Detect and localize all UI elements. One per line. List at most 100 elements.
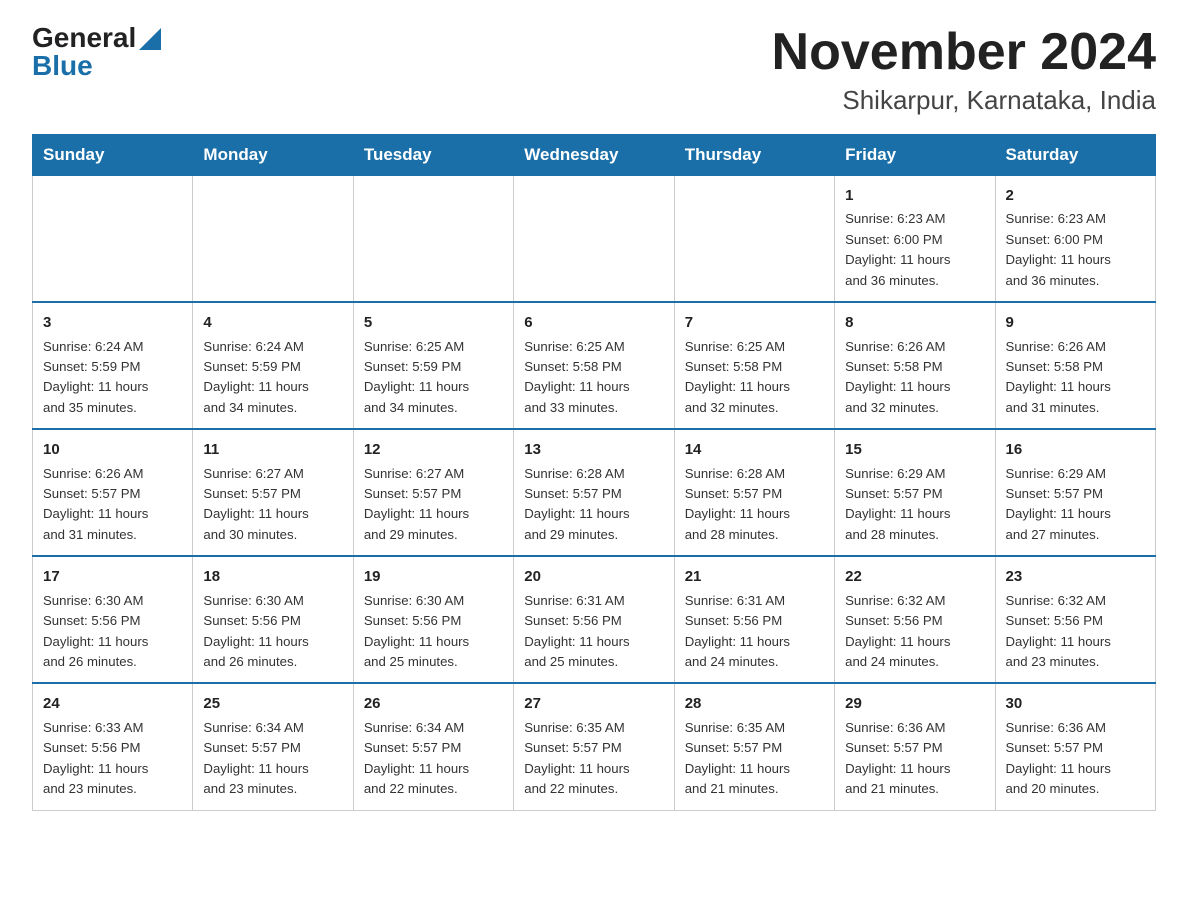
day-number: 18 (203, 565, 342, 588)
day-number: 19 (364, 565, 503, 588)
day-number: 26 (364, 692, 503, 715)
calendar-cell: 10Sunrise: 6:26 AMSunset: 5:57 PMDayligh… (33, 429, 193, 556)
day-number: 15 (845, 438, 984, 461)
calendar-cell (674, 176, 834, 303)
calendar-cell: 23 Sunrise: 6:32 AMSunset: 5:56 PMDayligh… (995, 556, 1155, 683)
calendar-cell: 11 Sunrise: 6:27 AMSunset: 5:57 PMDayligh… (193, 429, 353, 556)
day-info: Sunrise: 6:24 AMSunset: 5:59 PMDaylight:… (203, 337, 342, 419)
calendar-cell: 3 Sunrise: 6:24 AMSunset: 5:59 PMDaylight… (33, 302, 193, 429)
calendar-cell: 21 Sunrise: 6:31 AMSunset: 5:56 PMDayligh… (674, 556, 834, 683)
calendar-cell (33, 176, 193, 303)
day-info: Sunrise: 6:28 AMSunset: 5:57 PMDaylight:… (524, 464, 663, 546)
day-number: 13 (524, 438, 663, 461)
calendar-cell (193, 176, 353, 303)
calendar-cell: 1Sunrise: 6:23 AMSunset: 6:00 PMDaylight… (835, 176, 995, 303)
day-info: Sunrise: 6:30 AMSunset: 5:56 PMDaylight:… (364, 591, 503, 673)
calendar-cell: 30 Sunrise: 6:36 AMSunset: 5:57 PMDayligh… (995, 683, 1155, 810)
calendar-week-row: 24 Sunrise: 6:33 AMSunset: 5:56 PMDayligh… (33, 683, 1156, 810)
day-info: Sunrise: 6:29 AMSunset: 5:57 PMDaylight:… (1006, 464, 1145, 546)
day-number: 12 (364, 438, 503, 461)
day-info: Sunrise: 6:29 AMSunset: 5:57 PMDaylight:… (845, 464, 984, 546)
weekday-header-thursday: Thursday (674, 135, 834, 176)
calendar-cell: 8 Sunrise: 6:26 AMSunset: 5:58 PMDaylight… (835, 302, 995, 429)
calendar-cell: 9Sunrise: 6:26 AMSunset: 5:58 PMDaylight… (995, 302, 1155, 429)
day-info: Sunrise: 6:36 AMSunset: 5:57 PMDaylight:… (845, 718, 984, 800)
day-number: 8 (845, 311, 984, 334)
day-info: Sunrise: 6:30 AMSunset: 5:56 PMDaylight:… (43, 591, 182, 673)
day-number: 27 (524, 692, 663, 715)
day-info: Sunrise: 6:25 AMSunset: 5:58 PMDaylight:… (685, 337, 824, 419)
day-number: 7 (685, 311, 824, 334)
day-info: Sunrise: 6:27 AMSunset: 5:57 PMDaylight:… (364, 464, 503, 546)
day-number: 14 (685, 438, 824, 461)
day-number: 1 (845, 184, 984, 207)
day-number: 21 (685, 565, 824, 588)
weekday-header-sunday: Sunday (33, 135, 193, 176)
day-number: 23 (1006, 565, 1145, 588)
calendar-cell: 15 Sunrise: 6:29 AMSunset: 5:57 PMDayligh… (835, 429, 995, 556)
calendar-cell: 7 Sunrise: 6:25 AMSunset: 5:58 PMDaylight… (674, 302, 834, 429)
calendar-cell: 12 Sunrise: 6:27 AMSunset: 5:57 PMDayligh… (353, 429, 513, 556)
calendar-cell: 26 Sunrise: 6:34 AMSunset: 5:57 PMDayligh… (353, 683, 513, 810)
day-number: 3 (43, 311, 182, 334)
calendar-cell: 17Sunrise: 6:30 AMSunset: 5:56 PMDayligh… (33, 556, 193, 683)
calendar-cell: 22 Sunrise: 6:32 AMSunset: 5:56 PMDayligh… (835, 556, 995, 683)
month-title: November 2024 (772, 24, 1156, 81)
day-info: Sunrise: 6:26 AMSunset: 5:58 PMDaylight:… (845, 337, 984, 419)
calendar-cell (514, 176, 674, 303)
day-info: Sunrise: 6:31 AMSunset: 5:56 PMDaylight:… (524, 591, 663, 673)
day-number: 22 (845, 565, 984, 588)
day-info: Sunrise: 6:36 AMSunset: 5:57 PMDaylight:… (1006, 718, 1145, 800)
day-number: 10 (43, 438, 182, 461)
calendar-cell: 5 Sunrise: 6:25 AMSunset: 5:59 PMDaylight… (353, 302, 513, 429)
calendar-table: SundayMondayTuesdayWednesdayThursdayFrid… (32, 134, 1156, 810)
calendar-cell: 2Sunrise: 6:23 AMSunset: 6:00 PMDaylight… (995, 176, 1155, 303)
day-info: Sunrise: 6:33 AMSunset: 5:56 PMDaylight:… (43, 718, 182, 800)
calendar-cell: 18 Sunrise: 6:30 AMSunset: 5:56 PMDayligh… (193, 556, 353, 683)
weekday-header-row: SundayMondayTuesdayWednesdayThursdayFrid… (33, 135, 1156, 176)
calendar-cell: 6Sunrise: 6:25 AMSunset: 5:58 PMDaylight… (514, 302, 674, 429)
day-info: Sunrise: 6:28 AMSunset: 5:57 PMDaylight:… (685, 464, 824, 546)
day-info: Sunrise: 6:34 AMSunset: 5:57 PMDaylight:… (203, 718, 342, 800)
calendar-cell: 19 Sunrise: 6:30 AMSunset: 5:56 PMDayligh… (353, 556, 513, 683)
day-info: Sunrise: 6:25 AMSunset: 5:58 PMDaylight:… (524, 337, 663, 419)
day-info: Sunrise: 6:31 AMSunset: 5:56 PMDaylight:… (685, 591, 824, 673)
calendar-cell: 16 Sunrise: 6:29 AMSunset: 5:57 PMDayligh… (995, 429, 1155, 556)
day-info: Sunrise: 6:24 AMSunset: 5:59 PMDaylight:… (43, 337, 182, 419)
calendar-cell: 4 Sunrise: 6:24 AMSunset: 5:59 PMDaylight… (193, 302, 353, 429)
calendar-week-row: 3 Sunrise: 6:24 AMSunset: 5:59 PMDaylight… (33, 302, 1156, 429)
page-header: General Blue November 2024 Shikarpur, Ka… (32, 24, 1156, 116)
calendar-cell: 29 Sunrise: 6:36 AMSunset: 5:57 PMDayligh… (835, 683, 995, 810)
calendar-week-row: 10Sunrise: 6:26 AMSunset: 5:57 PMDayligh… (33, 429, 1156, 556)
day-info: Sunrise: 6:35 AMSunset: 5:57 PMDaylight:… (685, 718, 824, 800)
day-info: Sunrise: 6:27 AMSunset: 5:57 PMDaylight:… (203, 464, 342, 546)
day-number: 16 (1006, 438, 1145, 461)
weekday-header-wednesday: Wednesday (514, 135, 674, 176)
day-number: 20 (524, 565, 663, 588)
day-number: 29 (845, 692, 984, 715)
day-number: 25 (203, 692, 342, 715)
logo-general-text: General (32, 24, 136, 52)
day-info: Sunrise: 6:30 AMSunset: 5:56 PMDaylight:… (203, 591, 342, 673)
weekday-header-tuesday: Tuesday (353, 135, 513, 176)
logo-blue-text: Blue (32, 52, 93, 80)
calendar-cell: 20 Sunrise: 6:31 AMSunset: 5:56 PMDayligh… (514, 556, 674, 683)
day-info: Sunrise: 6:32 AMSunset: 5:56 PMDaylight:… (1006, 591, 1145, 673)
calendar-week-row: 17Sunrise: 6:30 AMSunset: 5:56 PMDayligh… (33, 556, 1156, 683)
calendar-week-row: 1Sunrise: 6:23 AMSunset: 6:00 PMDaylight… (33, 176, 1156, 303)
day-info: Sunrise: 6:25 AMSunset: 5:59 PMDaylight:… (364, 337, 503, 419)
day-number: 4 (203, 311, 342, 334)
weekday-header-monday: Monday (193, 135, 353, 176)
day-number: 9 (1006, 311, 1145, 334)
day-number: 11 (203, 438, 342, 461)
day-number: 24 (43, 692, 182, 715)
day-info: Sunrise: 6:23 AMSunset: 6:00 PMDaylight:… (1006, 209, 1145, 291)
title-block: November 2024 Shikarpur, Karnataka, Indi… (772, 24, 1156, 116)
day-info: Sunrise: 6:32 AMSunset: 5:56 PMDaylight:… (845, 591, 984, 673)
day-info: Sunrise: 6:23 AMSunset: 6:00 PMDaylight:… (845, 209, 984, 291)
day-number: 30 (1006, 692, 1145, 715)
weekday-header-friday: Friday (835, 135, 995, 176)
day-number: 5 (364, 311, 503, 334)
day-info: Sunrise: 6:34 AMSunset: 5:57 PMDaylight:… (364, 718, 503, 800)
calendar-cell: 13 Sunrise: 6:28 AMSunset: 5:57 PMDayligh… (514, 429, 674, 556)
